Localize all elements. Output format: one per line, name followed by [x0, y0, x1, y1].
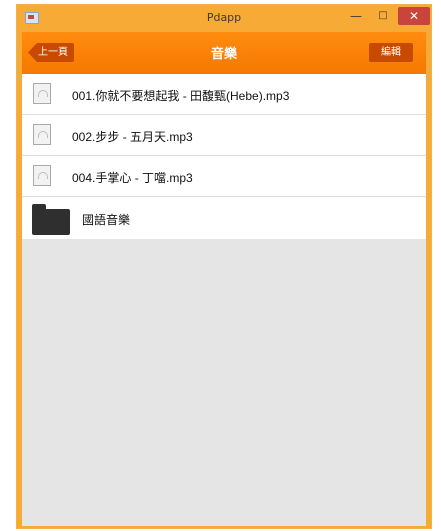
folder-icon — [32, 204, 70, 235]
minimize-button[interactable]: — — [344, 7, 368, 25]
window-titlebar[interactable]: Pdapp — □ ✕ — [17, 5, 431, 31]
maximize-button[interactable]: □ — [371, 7, 395, 25]
audio-file-icon — [33, 124, 51, 145]
app-window: Pdapp — □ ✕ 上一頁 音樂 編輯 001.你就不要想起我 - 田馥甄(… — [16, 4, 432, 529]
file-list: 001.你就不要想起我 - 田馥甄(Hebe).mp3 002.步步 - 五月天… — [22, 74, 426, 239]
nav-bar: 上一頁 音樂 編輯 — [22, 32, 426, 74]
audio-file-icon — [33, 83, 51, 104]
file-name: 004.手掌心 - 丁噹.mp3 — [72, 171, 193, 185]
list-item[interactable]: 001.你就不要想起我 - 田馥甄(Hebe).mp3 — [22, 74, 426, 115]
close-button[interactable]: ✕ — [398, 7, 430, 25]
file-name: 002.步步 - 五月天.mp3 — [72, 130, 193, 144]
file-name: 001.你就不要想起我 - 田馥甄(Hebe).mp3 — [72, 89, 290, 103]
audio-file-icon — [33, 165, 51, 186]
page-title: 音樂 — [210, 47, 237, 62]
list-item[interactable]: 004.手掌心 - 丁噹.mp3 — [22, 156, 426, 197]
file-list-area: 001.你就不要想起我 - 田馥甄(Hebe).mp3 002.步步 - 五月天… — [22, 74, 426, 526]
window-title: Pdapp — [206, 11, 242, 24]
edit-button[interactable]: 編輯 — [369, 43, 413, 62]
folder-name: 國語音樂 — [82, 213, 131, 227]
list-item[interactable]: 002.步步 - 五月天.mp3 — [22, 115, 426, 156]
folder-item[interactable]: 國語音樂 — [22, 197, 426, 239]
